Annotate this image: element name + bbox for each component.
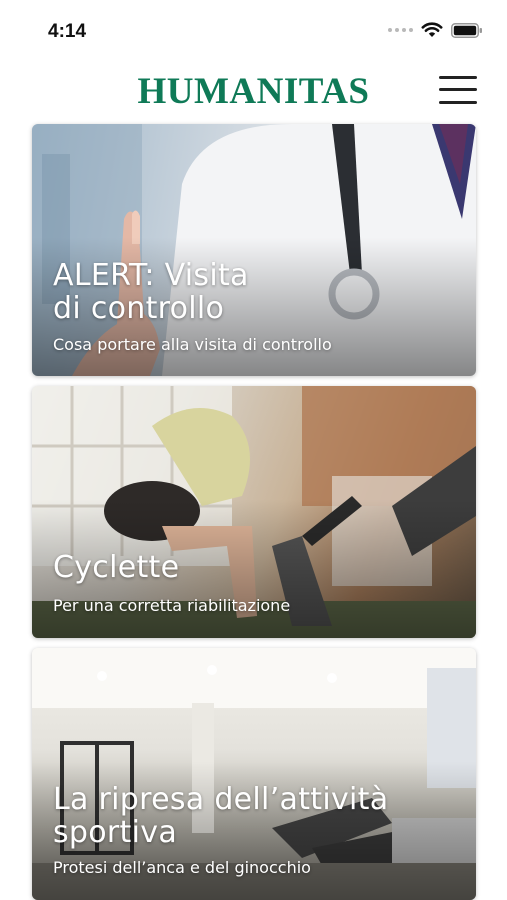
card-title: ALERT: Visita di controllo xyxy=(53,258,249,326)
battery-icon xyxy=(451,22,482,38)
card-subtitle: Cosa portare alla visita di controllo xyxy=(53,335,332,354)
card-title: La ripresa dell’attività sportiva xyxy=(53,782,389,850)
status-bar: 4:14 xyxy=(0,0,507,62)
article-card-visita[interactable]: ALERT: Visita di controllo Cosa portare … xyxy=(32,124,476,376)
hamburger-menu-icon[interactable] xyxy=(439,74,477,106)
card-title: Cyclette xyxy=(53,550,180,585)
article-card-attivita-sportiva[interactable]: La ripresa dell’attività sportiva Protes… xyxy=(32,648,476,900)
card-subtitle: Per una corretta riabilitazione xyxy=(53,596,291,615)
status-icons xyxy=(388,22,483,38)
card-subtitle: Protesi dell’anca e del ginocchio xyxy=(53,858,311,877)
humanitas-logo: HUMANITAS xyxy=(137,71,370,112)
cellular-signal-icon xyxy=(388,28,413,32)
wifi-icon xyxy=(421,22,443,37)
app-header: HUMANITAS xyxy=(0,62,507,118)
status-time: 4:14 xyxy=(48,21,87,42)
article-card-cyclette[interactable]: Cyclette Per una corretta riabilitazione xyxy=(32,386,476,638)
